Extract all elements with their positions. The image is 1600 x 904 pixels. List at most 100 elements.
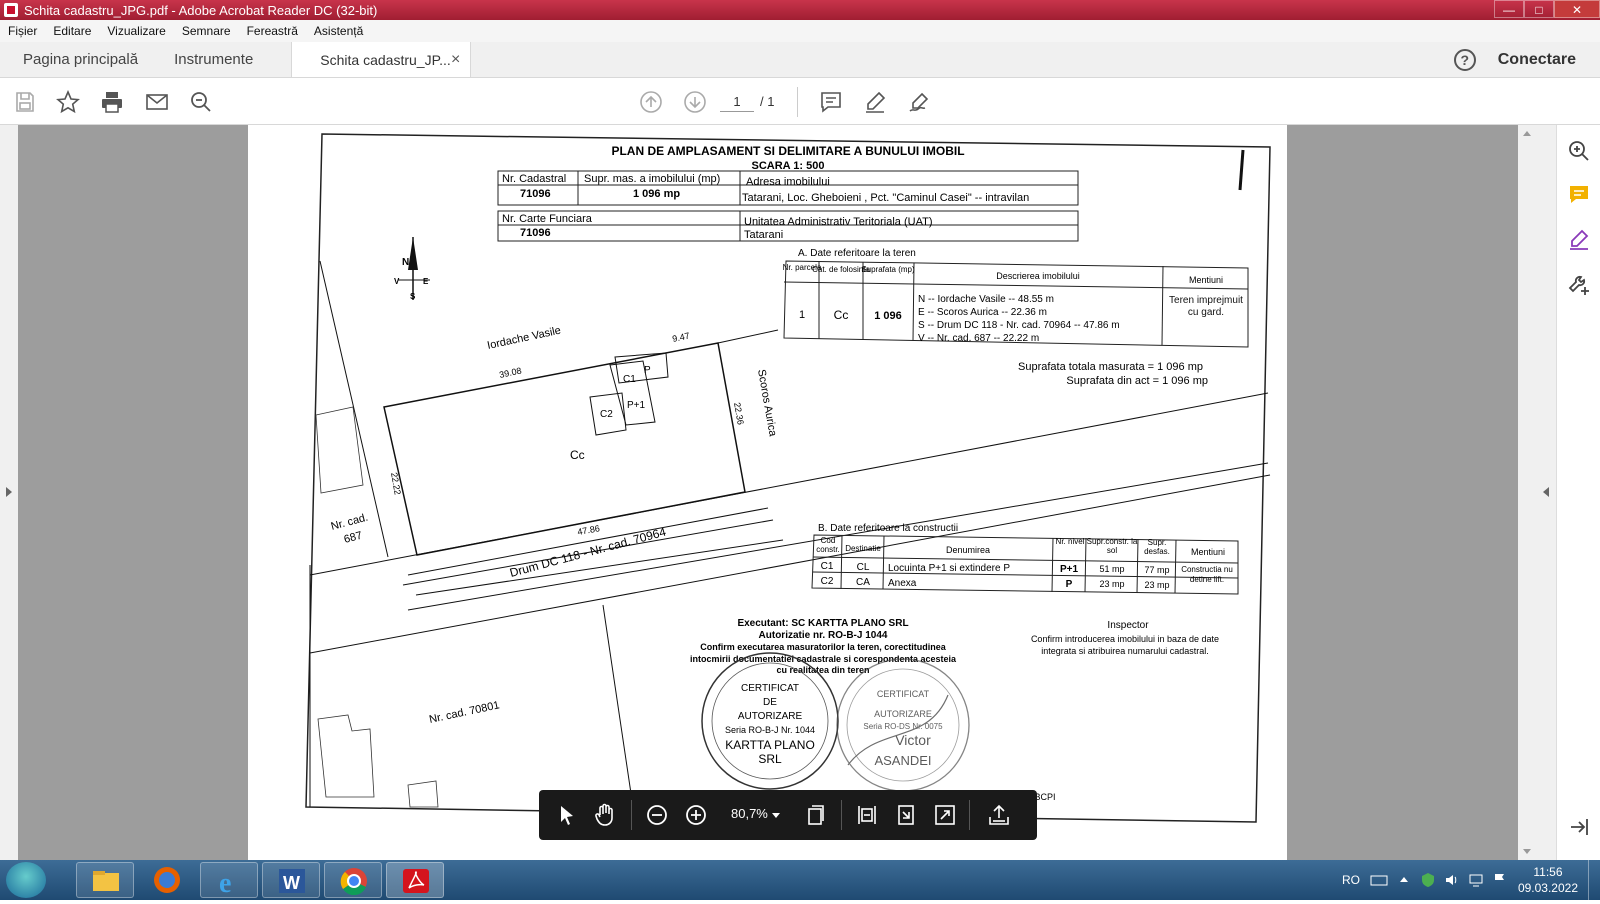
- total-measured-area: Suprafata totala masurata = 1 096 mp: [1018, 361, 1203, 373]
- acrobat-taskbar-icon[interactable]: [386, 862, 444, 898]
- page-view-icon[interactable]: [804, 803, 828, 827]
- value-nr-cadastral: 71096: [520, 188, 551, 200]
- value-uat: Tatarani: [744, 229, 783, 241]
- vertical-scrollbar[interactable]: [1518, 125, 1536, 860]
- row1-denumirea: Locuinta P+1 si extindere P: [888, 563, 1010, 574]
- menu-window[interactable]: Fereastră: [239, 24, 306, 38]
- internet-explorer-taskbar-icon[interactable]: e: [200, 862, 258, 899]
- plan-scale: SCARA 1: 500: [752, 160, 825, 172]
- tab-bar: Pagina principală Instrumente Schita cad…: [0, 42, 1600, 78]
- chevron-down-icon[interactable]: [769, 803, 783, 827]
- save-icon[interactable]: [13, 90, 37, 114]
- menu-view[interactable]: Vizualizare: [99, 24, 173, 38]
- language-indicator[interactable]: RO: [1342, 873, 1360, 887]
- header-mentiuni-a: Mentiuni: [1189, 275, 1223, 285]
- tab-tools[interactable]: Instrumente: [156, 42, 271, 77]
- chrome-taskbar-icon[interactable]: [324, 862, 382, 898]
- email-icon[interactable]: [145, 90, 169, 114]
- stamp1-line2: DE: [763, 697, 777, 708]
- zoom-in-icon[interactable]: [684, 803, 708, 827]
- toolbar-divider: [969, 800, 970, 830]
- label-p1: P+1: [627, 400, 646, 411]
- maximize-button[interactable]: □: [1524, 0, 1554, 18]
- firefox-taskbar-icon[interactable]: [138, 862, 196, 898]
- fill-sign-icon[interactable]: [1567, 228, 1591, 252]
- more-tools-icon[interactable]: [1567, 273, 1591, 297]
- inspector-line1: Confirm introducerea imobilului in baza …: [1031, 634, 1219, 644]
- label-neighbor-north: Iordache Vasile: [486, 325, 562, 352]
- comment-icon[interactable]: [819, 90, 843, 114]
- header-adresa: Adresa imobilului: [746, 176, 830, 188]
- header-uat: Unitatea Administrativ Teritoriala (UAT): [744, 216, 933, 228]
- menu-edit[interactable]: Editare: [45, 24, 99, 38]
- clock-time: 11:56: [1533, 865, 1563, 879]
- close-window-button[interactable]: ✕: [1554, 0, 1600, 18]
- total-deed-area: Suprafata din act = 1 096 mp: [1066, 375, 1208, 387]
- select-pointer-icon[interactable]: [555, 803, 579, 827]
- header-suprafata: Supr. mas. a imobilului (mp): [584, 173, 720, 185]
- volume-icon[interactable]: [1444, 872, 1460, 888]
- menu-sign[interactable]: Semnare: [174, 24, 239, 38]
- show-hidden-icons-icon[interactable]: [1398, 872, 1410, 888]
- stamp2-line1: CERTIFICAT: [877, 689, 930, 699]
- label-c1: C1: [623, 374, 636, 385]
- print-icon[interactable]: [100, 90, 124, 114]
- highlight-pen-icon[interactable]: [863, 90, 887, 114]
- menu-file[interactable]: Fișier: [0, 24, 45, 38]
- keyboard-icon[interactable]: [1370, 872, 1388, 888]
- next-page-icon[interactable]: [683, 90, 707, 114]
- menu-help[interactable]: Asistență: [306, 24, 371, 38]
- header-nr-nivel: Nr. nivel: [1055, 537, 1085, 546]
- label-p: P: [644, 365, 651, 376]
- bookmark-star-icon[interactable]: [56, 90, 80, 114]
- dim-top-left: 39.08: [498, 365, 522, 379]
- comment-tool-icon[interactable]: [1567, 183, 1591, 207]
- clock[interactable]: 11:56 09.03.2022: [1518, 864, 1578, 896]
- section-b-title: B. Date referitoare la constructii: [818, 523, 958, 534]
- collapse-pane-icon[interactable]: [1567, 815, 1591, 839]
- header-destinatie: Destinatie: [845, 544, 881, 553]
- label-neighbor-east: Scoros Aurica: [755, 368, 779, 438]
- value-mentiuni-a: Teren imprejmuit cu gard.: [1169, 295, 1243, 318]
- fit-width-icon[interactable]: [855, 803, 879, 827]
- zoom-level-select[interactable]: 80,7%: [731, 806, 768, 821]
- word-taskbar-icon[interactable]: W: [262, 862, 320, 898]
- tab-document[interactable]: Schita cadastru_JP... ×: [291, 42, 472, 77]
- right-panel-collapse-toggle[interactable]: [1536, 125, 1556, 860]
- search-icon[interactable]: [189, 90, 213, 114]
- security-shield-icon[interactable]: [1420, 872, 1436, 888]
- network-icon[interactable]: [1468, 872, 1484, 888]
- sign-icon[interactable]: [907, 90, 931, 114]
- previous-page-icon[interactable]: [639, 90, 663, 114]
- windows-taskbar: e W RO 11:56 09.03.2022: [0, 860, 1600, 900]
- page-total: / 1: [760, 94, 775, 109]
- zoom-out-icon[interactable]: [645, 803, 669, 827]
- minimize-button[interactable]: —: [1494, 0, 1524, 18]
- header-cod-constr: Cod constr.: [816, 536, 840, 554]
- row2-nivel: P: [1066, 579, 1073, 590]
- show-desktop-button[interactable]: [1588, 860, 1600, 900]
- row2-denumirea: Anexa: [888, 578, 917, 589]
- desc-north: N -- Iordache Vasile -- 48.55 m: [918, 294, 1054, 305]
- zoom-in-search-icon[interactable]: [1567, 139, 1591, 163]
- row1-destinatie: CL: [857, 562, 870, 573]
- stamp1-line1: CERTIFICAT: [741, 683, 799, 694]
- hand-tool-icon[interactable]: [593, 803, 617, 827]
- page-number-input[interactable]: 1: [720, 92, 754, 112]
- fit-page-icon[interactable]: [894, 803, 918, 827]
- left-panel-toggle[interactable]: [0, 125, 18, 860]
- file-explorer-taskbar-icon[interactable]: [76, 862, 134, 898]
- start-button[interactable]: [6, 862, 46, 898]
- close-tab-icon[interactable]: ×: [451, 51, 460, 69]
- help-icon[interactable]: ?: [1453, 48, 1476, 71]
- tab-document-label: Schita cadastru_JP...: [320, 51, 451, 68]
- inspector-block: Inspector Confirm introducerea imobilulu…: [1018, 620, 1219, 802]
- value-adresa: Tatarani, Loc. Gheboieni , Pct. "Caminul…: [742, 192, 1029, 204]
- header-carte-funciara: Nr. Carte Funciara: [502, 213, 593, 225]
- connect-button[interactable]: Conectare: [1498, 51, 1576, 69]
- tab-home[interactable]: Pagina principală: [0, 42, 156, 77]
- action-center-flag-icon[interactable]: [1492, 872, 1508, 888]
- section-b-table: Cod constr. Destinatie Denumirea Nr. niv…: [811, 534, 1239, 595]
- share-upload-icon[interactable]: [987, 803, 1011, 827]
- full-screen-icon[interactable]: [933, 803, 957, 827]
